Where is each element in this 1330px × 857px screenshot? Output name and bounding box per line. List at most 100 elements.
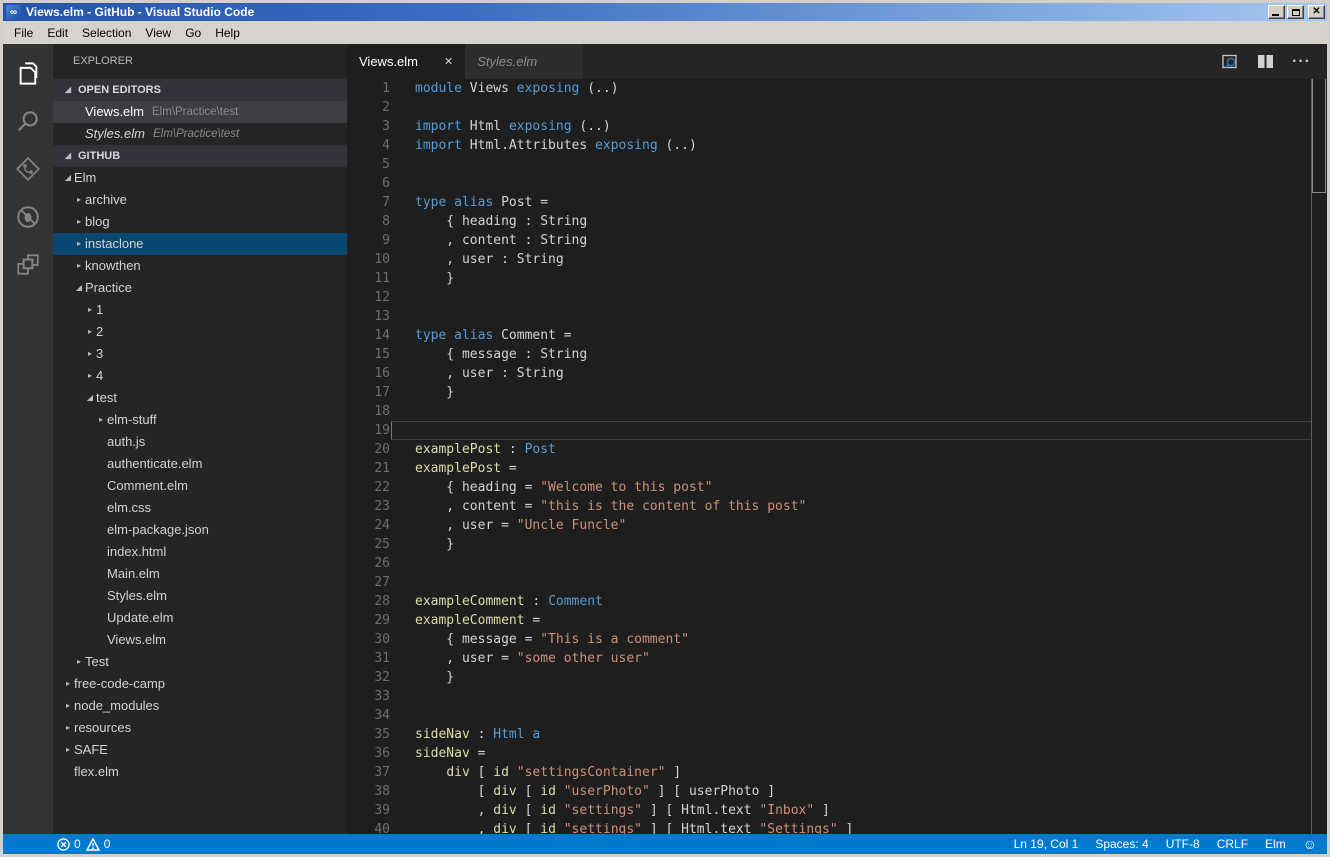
menu-item-edit[interactable]: Edit — [40, 23, 75, 43]
tree-item-elm-stuff[interactable]: ▸elm-stuff — [53, 409, 347, 431]
tree-item-label: Practice — [85, 277, 132, 299]
tree-item-main.elm[interactable]: Main.elm — [53, 563, 347, 585]
tree-item-comment.elm[interactable]: Comment.elm — [53, 475, 347, 497]
tree-item-test[interactable]: ▸Test — [53, 651, 347, 673]
tree-item-node_modules[interactable]: ▸node_modules — [53, 695, 347, 717]
close-icon[interactable]: ✕ — [444, 55, 453, 68]
line-number: 12 — [347, 288, 390, 307]
tree-item-free-code-camp[interactable]: ▸free-code-camp — [53, 673, 347, 695]
line-number: 3 — [347, 117, 390, 136]
language-mode[interactable]: Elm — [1265, 837, 1286, 851]
twistie-icon: ▸ — [84, 299, 96, 321]
code-line-11: 11 } — [347, 269, 1312, 288]
tree-item-elm-package.json[interactable]: elm-package.json — [53, 519, 347, 541]
twistie-icon: ◢ — [84, 387, 96, 409]
line-text: } — [415, 269, 454, 288]
menu-item-view[interactable]: View — [138, 23, 178, 43]
more-actions-icon[interactable]: ··· — [1292, 57, 1311, 67]
cursor-position[interactable]: Ln 19, Col 1 — [1014, 837, 1079, 851]
twistie-icon: ▸ — [62, 673, 74, 695]
maximize-button[interactable] — [1287, 5, 1304, 19]
tree-item-label: Elm — [74, 167, 96, 189]
twistie-icon: ▸ — [73, 255, 85, 277]
errors-icon — [57, 838, 70, 851]
menu-item-selection[interactable]: Selection — [75, 23, 138, 43]
status-bar: 00 Ln 19, Col 1 Spaces: 4 UTF-8 CRLF Elm ☺ — [3, 834, 1327, 854]
line-number: 40 — [347, 820, 390, 834]
warnings-status[interactable]: 0 — [86, 837, 111, 851]
code-line-20: 20examplePost : Post — [347, 440, 1312, 459]
minimize-button[interactable] — [1268, 5, 1285, 19]
line-number: 20 — [347, 440, 390, 459]
tree-item-elm.css[interactable]: elm.css — [53, 497, 347, 519]
errors-status[interactable]: 0 — [57, 837, 81, 851]
open-editors-header[interactable]: ◢ OPEN EDITORS — [53, 79, 347, 101]
line-number: 30 — [347, 630, 390, 649]
open-preview-icon[interactable] — [1221, 53, 1239, 71]
line-number: 26 — [347, 554, 390, 573]
open-editor-views.elm[interactable]: Views.elmElm\Practice\test — [53, 101, 347, 123]
editor-group: Views.elm✕Styles.elm ··· 1module Views e… — [347, 44, 1327, 834]
encoding[interactable]: UTF-8 — [1166, 837, 1200, 851]
tree-item-styles.elm[interactable]: Styles.elm — [53, 585, 347, 607]
twistie-icon: ◢ — [73, 277, 85, 299]
line-number: 10 — [347, 250, 390, 269]
tree-item-2[interactable]: ▸2 — [53, 321, 347, 343]
tab-views.elm[interactable]: Views.elm✕ — [347, 44, 465, 79]
tree-item-3[interactable]: ▸3 — [53, 343, 347, 365]
tree-item-authenticate.elm[interactable]: authenticate.elm — [53, 453, 347, 475]
status-right: Ln 19, Col 1 Spaces: 4 UTF-8 CRLF Elm ☺ — [1014, 837, 1317, 851]
close-button[interactable]: ✕ — [1308, 5, 1325, 19]
tree-item-test[interactable]: ◢test — [53, 387, 347, 409]
line-text: sideNav = — [415, 744, 485, 763]
source-control-icon[interactable] — [3, 145, 53, 193]
twistie-icon: ▸ — [73, 211, 85, 233]
menu-item-help[interactable]: Help — [208, 23, 247, 43]
tab-styles.elm[interactable]: Styles.elm — [465, 44, 583, 79]
feedback-smiley-icon[interactable]: ☺ — [1303, 837, 1317, 851]
code-line-33: 33 — [347, 687, 1312, 706]
code-line-35: 35sideNav : Html a — [347, 725, 1312, 744]
line-number: 31 — [347, 649, 390, 668]
line-text: { heading : String — [415, 212, 587, 231]
tree-item-instaclone[interactable]: ▸instaclone — [53, 233, 347, 255]
open-editor-styles.elm[interactable]: Styles.elmElm\Practice\test — [53, 123, 347, 145]
line-text: , div [ id "settings" ] [ Html.text "Inb… — [415, 801, 830, 820]
tree-item-knowthen[interactable]: ▸knowthen — [53, 255, 347, 277]
tree-item-flex.elm[interactable]: flex.elm — [53, 761, 347, 783]
vscode-window: ∞ Views.elm - GitHub - Visual Studio Cod… — [0, 0, 1330, 857]
tree-item-views.elm[interactable]: Views.elm — [53, 629, 347, 651]
code-editor[interactable]: 1module Views exposing (..)23import Html… — [347, 79, 1327, 834]
debug-icon[interactable] — [3, 193, 53, 241]
code-line-38: 38 [ div [ id "userPhoto" ] [ userPhoto … — [347, 782, 1312, 801]
tree-item-label: Main.elm — [107, 563, 160, 585]
menu-item-file[interactable]: File — [7, 23, 40, 43]
tree-item-1[interactable]: ▸1 — [53, 299, 347, 321]
tree-item-label: Comment.elm — [107, 475, 188, 497]
split-editor-icon[interactable] — [1257, 54, 1274, 69]
tree-item-update.elm[interactable]: Update.elm — [53, 607, 347, 629]
tree-item-archive[interactable]: ▸archive — [53, 189, 347, 211]
tree-item-resources[interactable]: ▸resources — [53, 717, 347, 739]
github-section-header[interactable]: ◢ GITHUB — [53, 145, 347, 167]
tree-item-blog[interactable]: ▸blog — [53, 211, 347, 233]
tree-item-index.html[interactable]: index.html — [53, 541, 347, 563]
tree-item-elm[interactable]: ◢Elm — [53, 167, 347, 189]
menu-item-go[interactable]: Go — [178, 23, 208, 43]
tree-item-4[interactable]: ▸4 — [53, 365, 347, 387]
tree-item-practice[interactable]: ◢Practice — [53, 277, 347, 299]
tree-item-safe[interactable]: ▸SAFE — [53, 739, 347, 761]
line-text: examplePost = — [415, 459, 517, 478]
indentation[interactable]: Spaces: 4 — [1095, 837, 1148, 851]
problems-indicator[interactable]: 00 — [57, 837, 110, 851]
line-number: 13 — [347, 307, 390, 326]
search-icon[interactable] — [3, 97, 53, 145]
tree-item-auth.js[interactable]: auth.js — [53, 431, 347, 453]
extensions-icon[interactable] — [3, 241, 53, 289]
explorer-icon[interactable] — [3, 49, 53, 97]
scrollbar-thumb[interactable] — [1312, 79, 1326, 193]
eol-sequence[interactable]: CRLF — [1217, 837, 1248, 851]
editor-scrollbar[interactable] — [1311, 79, 1327, 834]
title-bar: ∞ Views.elm - GitHub - Visual Studio Cod… — [3, 3, 1327, 21]
code-line-26: 26 — [347, 554, 1312, 573]
